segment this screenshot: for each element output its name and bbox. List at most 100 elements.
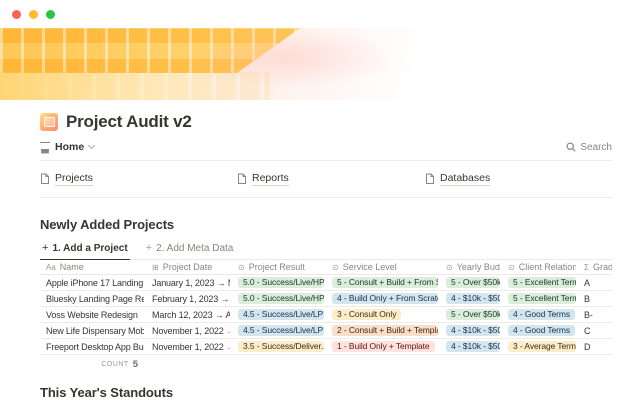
result-tag: 4.5 - Success/Live/LP [238, 325, 324, 336]
name-cell[interactable]: Freeport Desktop App Build [40, 342, 144, 352]
table-row: Voss Website Redesign March 12, 2023 → A… [40, 307, 612, 323]
cover-blush-gradient [180, 28, 400, 88]
table-row: Bluesky Landing Page Redesign February 1… [40, 291, 612, 307]
service-level-tag: 2 - Consult + Build + Template [332, 325, 438, 336]
chevron-down-icon [88, 142, 95, 149]
section-heading-newly-added: Newly Added Projects [40, 217, 612, 232]
client-relationship-cell[interactable]: 5 - Excellent Terms [500, 293, 576, 304]
grade-cell[interactable]: C [576, 326, 612, 336]
database-tab[interactable]: + 1. Add a Project [40, 239, 130, 260]
page-link[interactable]: Reports [237, 172, 425, 186]
service-level-cell[interactable]: 5 - Consult + Build + From Scratch [324, 277, 438, 288]
service-level-cell[interactable]: 3 - Consult Only [324, 309, 438, 320]
name-cell[interactable]: Bluesky Landing Page Redesign [40, 294, 144, 304]
grade-cell[interactable]: B- [576, 310, 612, 320]
yearly-budget-cell[interactable]: 5 - Over $50k [438, 309, 500, 320]
plus-icon: + [42, 242, 48, 254]
column-type-icon: Σ [584, 263, 589, 272]
yearly-budget-cell[interactable]: 4 - $10k - $50k [438, 341, 500, 352]
count-label: COUNT [101, 361, 128, 368]
yearly-budget-cell[interactable]: 5 - Over $50k [438, 277, 500, 288]
name-cell[interactable]: New Life Dispensary Mobile App Build [40, 326, 144, 336]
table-column-header[interactable]: Σ Grade [576, 262, 612, 272]
relationship-tag: 4 - Good Terms [508, 309, 575, 320]
column-type-icon: ⊞ [152, 263, 159, 272]
column-type-icon: Aa [46, 263, 56, 272]
service-level-cell[interactable]: 1 - Build Only + Template [324, 341, 438, 352]
project-date-cell[interactable]: February 1, 2023 → March 31, 2023 [144, 294, 230, 304]
project-date-cell[interactable]: November 1, 2022 → December 31, 2022 [144, 326, 230, 336]
page-link[interactable]: Projects [40, 172, 237, 186]
page-title[interactable]: Project Audit v2 [66, 112, 192, 132]
column-type-icon: ⊙ [238, 263, 245, 272]
project-result-cell[interactable]: 4.5 - Success/Live/LP [230, 309, 324, 320]
result-tag: 5.0 - Success/Live/HP [238, 277, 324, 288]
project-result-cell[interactable]: 5.0 - Success/Live/HP [230, 277, 324, 288]
grade-cell[interactable]: D [576, 342, 612, 352]
service-level-cell[interactable]: 4 - Build Only + From Scratch [324, 293, 438, 304]
column-label: Client Relationship [519, 262, 576, 272]
page-links-row: Projects Reports Databases [40, 161, 612, 198]
table-column-header[interactable]: Aa Name [40, 262, 144, 272]
plus-icon: + [146, 242, 152, 254]
breadcrumb-home[interactable]: Home [55, 141, 84, 153]
page-content: Project Audit v2 Home Search [0, 112, 640, 400]
column-label: Grade [593, 262, 612, 272]
project-result-cell[interactable]: 4.5 - Success/Live/LP [230, 325, 324, 336]
yearly-budget-cell[interactable]: 4 - $10k - $50k [438, 293, 500, 304]
breadcrumb[interactable]: Home [40, 141, 94, 153]
client-relationship-cell[interactable]: 5 - Excellent Terms [500, 277, 576, 288]
database-tab[interactable]: + 2. Add Meta Data [144, 239, 236, 260]
table-body: Apple iPhone 17 Landing Page January 1, … [40, 275, 612, 355]
search-control[interactable]: Search [566, 142, 612, 153]
search-icon [566, 142, 576, 152]
table-column-header[interactable]: ⊙ Project Result [230, 262, 324, 272]
grade-cell[interactable]: B [576, 294, 612, 304]
browser-titlebar [0, 0, 640, 28]
budget-tag: 5 - Over $50k [446, 277, 500, 288]
project-date-cell[interactable]: March 12, 2023 → April 30, 2023 [144, 310, 230, 320]
budget-tag: 5 - Over $50k [446, 309, 500, 320]
zoom-window-button[interactable] [46, 10, 55, 19]
projects-table: Aa Name ⊞ Project Date ⊙ Project Result [40, 260, 612, 372]
document-icon [40, 173, 50, 185]
project-date-cell[interactable]: January 1, 2023 → March 31, 2023 [144, 278, 230, 288]
name-cell[interactable]: Apple iPhone 17 Landing Page [40, 278, 144, 288]
close-window-button[interactable] [12, 10, 21, 19]
client-relationship-cell[interactable]: 3 - Average Terms [500, 341, 576, 352]
project-result-cell[interactable]: 3.5 - Success/Deliver... [230, 341, 324, 352]
document-icon [425, 173, 435, 185]
page-cover-image[interactable] [0, 28, 640, 100]
client-relationship-cell[interactable]: 4 - Good Terms [500, 309, 576, 320]
result-tag: 4.5 - Success/Live/LP [238, 309, 324, 320]
result-tag: 3.5 - Success/Deliver... [238, 341, 324, 352]
column-label: Name [60, 262, 84, 272]
relationship-tag: 5 - Excellent Terms [508, 277, 576, 288]
column-label: Project Result [249, 262, 305, 272]
service-level-tag: 3 - Consult Only [332, 309, 401, 320]
count-value: 5 [133, 359, 138, 370]
project-date-cell[interactable]: November 1, 2022 → March 31, 2023 [144, 342, 230, 352]
table-column-header[interactable]: ⊙ Yearly Budget [438, 262, 500, 272]
client-relationship-cell[interactable]: 4 - Good Terms [500, 325, 576, 336]
yearly-budget-cell[interactable]: 4 - $10k - $50k [438, 325, 500, 336]
service-level-tag: 5 - Consult + Build + From Scratch [332, 277, 438, 288]
column-type-icon: ⊙ [332, 263, 339, 272]
name-cell[interactable]: Voss Website Redesign [40, 310, 144, 320]
budget-tag: 4 - $10k - $50k [446, 325, 500, 336]
section-heading-standouts: This Year's Standouts [40, 385, 612, 400]
table-count-footer[interactable]: COUNT 5 [40, 357, 144, 372]
grade-cell[interactable]: A [576, 278, 612, 288]
table-column-header[interactable]: ⊙ Client Relationship [500, 262, 576, 272]
service-level-cell[interactable]: 2 - Consult + Build + Template [324, 325, 438, 336]
project-result-cell[interactable]: 5.0 - Success/Live/HP [230, 293, 324, 304]
page-link-label: Databases [440, 172, 490, 186]
table-column-header[interactable]: ⊙ Service Level [324, 262, 438, 272]
relationship-tag: 5 - Excellent Terms [508, 293, 576, 304]
minimize-window-button[interactable] [29, 10, 38, 19]
page-emoji-icon[interactable] [40, 113, 58, 131]
result-tag: 5.0 - Success/Live/HP [238, 293, 324, 304]
search-label: Search [580, 142, 612, 153]
page-link[interactable]: Databases [425, 172, 612, 186]
table-column-header[interactable]: ⊞ Project Date [144, 262, 230, 272]
